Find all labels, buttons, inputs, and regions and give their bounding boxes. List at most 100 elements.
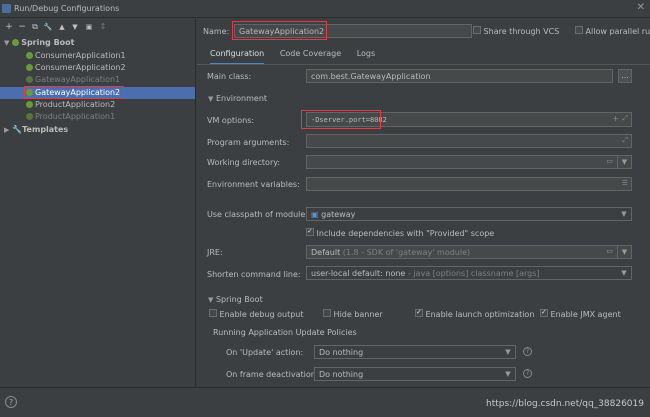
tree-item-label: ConsumerApplication2	[35, 63, 126, 72]
spring-boot-icon	[26, 101, 33, 108]
share-vcs-checkbox[interactable]: Share through VCS	[473, 26, 559, 36]
chevron-down-icon[interactable]: ▼	[617, 267, 631, 279]
classpath-label: Use classpath of module:	[207, 210, 309, 219]
tab-code-coverage[interactable]: Code Coverage	[280, 49, 341, 58]
chevron-down-icon[interactable]: ▼	[617, 246, 631, 258]
wrench-icon[interactable]: 🔧	[43, 22, 53, 32]
classpath-select[interactable]: ▣ gateway ▼	[306, 207, 632, 221]
program-args-label: Program arguments:	[207, 138, 290, 147]
chevron-down-icon[interactable]: ▼	[208, 95, 213, 103]
checkbox[interactable]	[473, 26, 481, 34]
spring-boot-icon	[26, 52, 33, 59]
chevron-down-icon[interactable]: ▼	[501, 368, 515, 380]
tree-item-label: GatewayApplication1	[35, 75, 121, 84]
working-dir-input[interactable]: ▭ ▼	[306, 155, 632, 169]
chevron-down-icon[interactable]: ▼	[208, 296, 213, 304]
spring-boot-section[interactable]: ▼ Spring Boot	[208, 295, 263, 304]
app-icon	[2, 4, 11, 13]
help-button[interactable]: ?	[5, 396, 17, 408]
share-vcs-label: Share through VCS	[483, 27, 560, 36]
on-update-label: On 'Update' action:	[226, 348, 304, 357]
checkbox-checked[interactable]	[540, 309, 548, 317]
spring-boot-icon	[26, 64, 33, 71]
folder-icon[interactable]: ▭	[606, 157, 613, 165]
folder-icon[interactable]: ▣	[84, 22, 94, 32]
browse-button[interactable]: ...	[618, 69, 632, 83]
expand-icon[interactable]: ⤢	[622, 136, 628, 145]
main-class-label: Main class:	[207, 72, 252, 81]
launch-optimization-label: Enable launch optimization	[425, 310, 535, 319]
enable-debug-label: Enable debug output	[219, 310, 304, 319]
tree-item-gateway2[interactable]: GatewayApplication2	[26, 88, 120, 97]
main-class-input[interactable]: com.best.GatewayApplication	[306, 69, 613, 83]
tab-logs[interactable]: Logs	[357, 49, 375, 58]
name-label: Name:	[203, 27, 230, 36]
chevron-down-icon[interactable]: ▼	[617, 208, 631, 220]
chevron-down-icon[interactable]: ▼	[501, 346, 515, 358]
chevron-down-icon[interactable]: ▼	[4, 39, 9, 47]
classpath-value: gateway	[321, 210, 356, 219]
shorten-hint: - java [options] classname [args]	[407, 269, 540, 278]
arrow-up-icon[interactable]: ▲	[57, 22, 67, 32]
plus-icon[interactable]: +	[612, 114, 619, 123]
list-icon[interactable]: ☰	[622, 179, 628, 187]
tree-item-product2[interactable]: ProductApplication2	[26, 100, 115, 109]
tree-item-label: ProductApplication1	[35, 112, 116, 121]
help-icon[interactable]: ?	[523, 369, 532, 378]
tree-item-product1[interactable]: ProductApplication1	[26, 112, 115, 121]
shorten-select[interactable]: user-local default: none - java [options…	[306, 266, 632, 280]
allow-parallel-checkbox[interactable]: Allow parallel run	[575, 26, 650, 36]
spring-boot-icon	[26, 89, 33, 96]
window-title: Run/Debug Configurations	[14, 4, 120, 13]
highlight-box-vm-options	[301, 110, 381, 129]
arrow-down-icon[interactable]: ▼	[70, 22, 80, 32]
folder-icon[interactable]: ▭	[606, 247, 613, 255]
highlight-box-name	[232, 21, 327, 40]
module-icon: ▣	[311, 210, 319, 219]
allow-parallel-label: Allow parallel run	[585, 27, 650, 36]
shorten-label: Shorten command line:	[207, 270, 301, 279]
bottom-bar: ? https://blog.csdn.net/qq_38826019	[0, 387, 650, 417]
enable-debug-checkbox[interactable]: Enable debug output	[209, 309, 304, 319]
checkbox[interactable]	[323, 309, 331, 317]
tree-item-consumer2[interactable]: ConsumerApplication2	[26, 63, 126, 72]
program-args-input[interactable]: ⤢	[306, 134, 632, 148]
checkbox-checked[interactable]	[415, 309, 423, 317]
close-icon[interactable]: ✕	[637, 2, 645, 13]
checkbox-checked[interactable]	[306, 228, 314, 236]
checkbox[interactable]	[209, 309, 217, 317]
tree-node-templates[interactable]: ▶ 🔧Templates	[4, 125, 68, 134]
on-frame-label: On frame deactivation:	[226, 370, 319, 379]
include-provided-label: Include dependencies with "Provided" sco…	[316, 229, 495, 238]
on-update-select[interactable]: Do nothing ▼	[314, 345, 516, 359]
tree-item-consumer1[interactable]: ConsumerApplication1	[26, 51, 126, 60]
env-vars-label: Environment variables:	[207, 180, 300, 189]
minus-icon[interactable]: −	[17, 22, 27, 32]
launch-optimization-checkbox[interactable]: Enable launch optimization	[415, 309, 534, 319]
hide-banner-checkbox[interactable]: Hide banner	[323, 309, 383, 319]
spring-boot-icon	[26, 76, 33, 83]
on-frame-select[interactable]: Do nothing ▼	[314, 367, 516, 381]
help-icon[interactable]: ?	[523, 347, 532, 356]
env-vars-input[interactable]: ☰	[306, 177, 632, 191]
update-policies-heading: Running Application Update Policies	[213, 328, 357, 337]
jre-value: Default	[311, 248, 341, 257]
expand-icon[interactable]: ⤢	[622, 114, 628, 123]
sort-icon[interactable]: ↕	[98, 22, 108, 32]
include-provided-checkbox[interactable]: Include dependencies with "Provided" sco…	[306, 228, 494, 238]
chevron-down-icon[interactable]: ▼	[617, 156, 631, 168]
jmx-agent-checkbox[interactable]: Enable JMX agent	[540, 309, 621, 319]
checkbox[interactable]	[575, 26, 583, 34]
tab-configuration[interactable]: Configuration	[210, 49, 265, 65]
environment-section[interactable]: ▼ Environment	[208, 94, 267, 103]
tree-node-label: Templates	[22, 125, 69, 134]
tree-item-gateway1[interactable]: GatewayApplication1	[26, 75, 120, 84]
wrench-icon: 🔧	[12, 125, 23, 134]
tree-node-spring-boot[interactable]: ▼ Spring Boot	[4, 38, 74, 47]
plus-icon[interactable]: +	[4, 22, 14, 32]
jre-input[interactable]: Default (1.8 - SDK of 'gateway' module) …	[306, 245, 632, 259]
copy-icon[interactable]: ⧉	[30, 22, 40, 32]
jre-hint: (1.8 - SDK of 'gateway' module)	[342, 248, 471, 257]
chevron-right-icon[interactable]: ▶	[4, 126, 9, 134]
hide-banner-label: Hide banner	[333, 310, 383, 319]
